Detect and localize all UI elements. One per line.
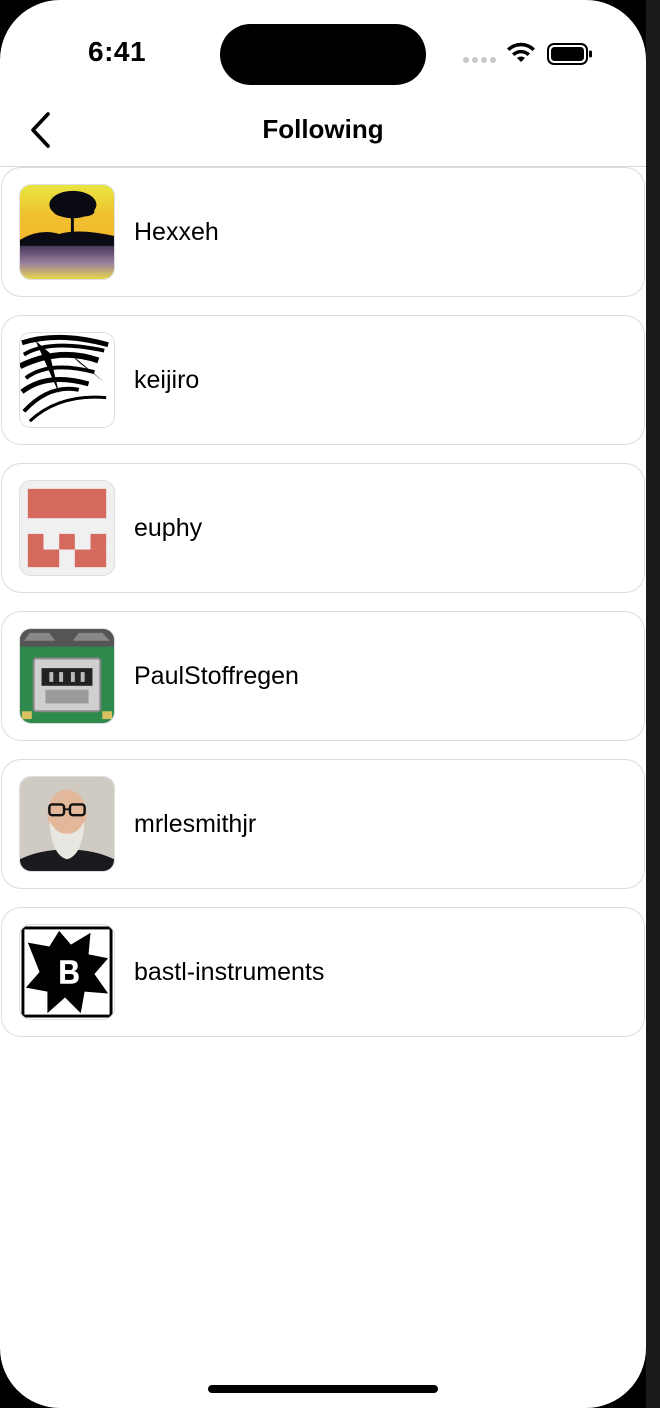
ink-scribble-avatar [19,332,115,428]
list-item-user[interactable]: PaulStoffregen [1,611,645,741]
list-item-user[interactable]: euphy [1,463,645,593]
device-frame-edge [646,0,660,1408]
list-item-user[interactable]: mrlesmithjr [1,759,645,889]
navigation-bar: Following [0,100,646,167]
bastl-logo-avatar [19,924,115,1020]
username-label: Hexxeh [134,218,219,246]
following-list: Hexxeh keijiro euphy PaulStoffregen mrle… [0,167,646,1055]
usb-connector-photo-avatar [19,628,115,724]
status-bar: 6:41 [0,0,646,100]
home-indicator[interactable] [208,1385,438,1393]
username-label: keijiro [134,366,200,394]
status-time: 6:41 [88,36,147,67]
username-label: mrlesmithjr [134,810,257,838]
username-label: PaulStoffregen [134,662,299,690]
username-label: bastl-instruments [134,958,325,986]
list-item-user[interactable]: keijiro [1,315,645,445]
person-photo-avatar [19,776,115,872]
page-title: Following [262,114,384,144]
list-item-user[interactable]: bastl-instruments [1,907,645,1037]
phone-screen: 6:41 Following Hexxeh keijiro euphy Paul… [0,0,646,1408]
wifi-icon [507,42,535,62]
pixel-pattern-avatar [19,480,115,576]
list-item-user[interactable]: Hexxeh [1,167,645,297]
battery-icon [547,43,592,65]
signal-dots-icon [463,57,496,63]
tree-sunset-avatar [19,184,115,280]
username-label: euphy [134,514,203,542]
dynamic-island [220,24,426,85]
